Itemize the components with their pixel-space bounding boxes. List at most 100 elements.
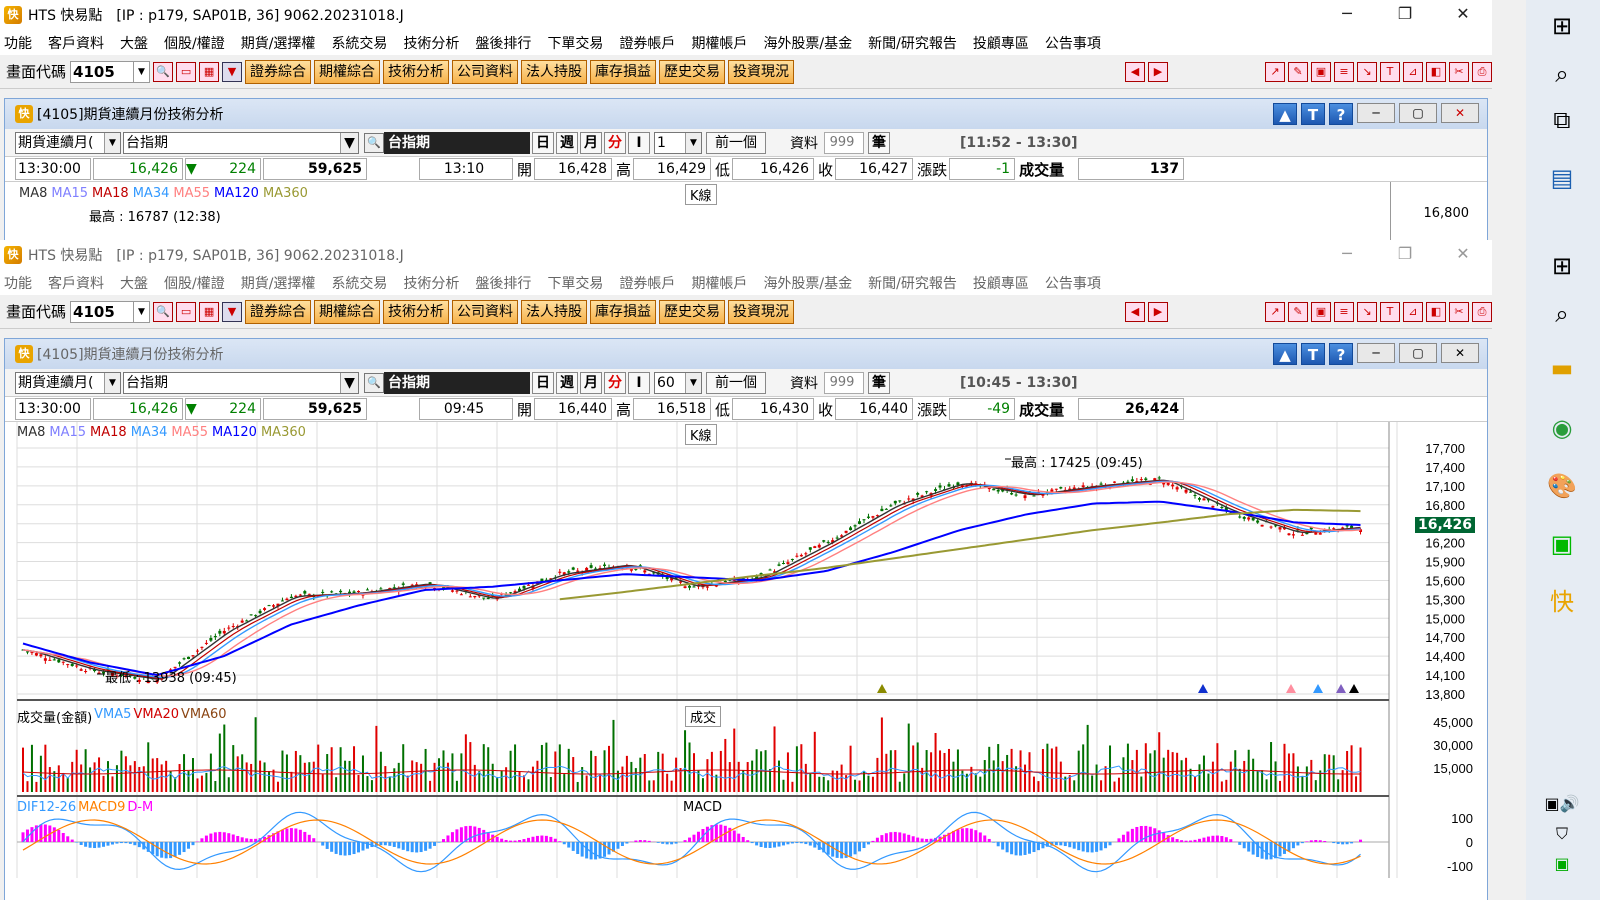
chevron-down-icon[interactable]: ▼ xyxy=(133,61,149,82)
toolbar-button[interactable]: 歷史交易 xyxy=(659,299,726,324)
dropdown-icon[interactable]: ▼ xyxy=(222,61,243,82)
period-button[interactable]: 月 xyxy=(580,131,602,154)
restore-button[interactable]: ❐ xyxy=(1376,0,1434,30)
print-icon[interactable]: ⎙ xyxy=(1472,301,1492,322)
search-icon[interactable]: 🔍 xyxy=(153,61,174,82)
help-button[interactable]: ? xyxy=(1329,343,1353,365)
toolbar-button[interactable]: 技術分析 xyxy=(383,59,450,84)
prev-button[interactable]: 前一個 xyxy=(706,131,766,154)
menu-item[interactable]: 新聞/研究報告 xyxy=(868,273,957,293)
data-count-input[interactable]: 999 xyxy=(824,131,864,154)
toolbar-button[interactable]: 庫存損益 xyxy=(590,59,657,84)
folder-icon[interactable]: ▭ xyxy=(176,301,197,322)
toolbar-button[interactable]: 投資現況 xyxy=(728,299,795,324)
toolbar-button[interactable]: 庫存損益 xyxy=(590,299,657,324)
subwin-restore-button[interactable]: ▢ xyxy=(1399,103,1437,123)
period-button[interactable]: 分 xyxy=(604,131,626,154)
period-button[interactable]: 週 xyxy=(556,371,578,394)
measure-icon[interactable]: ⊿ xyxy=(1403,61,1423,82)
menu-item[interactable]: 期貨/選擇權 xyxy=(241,273,316,293)
menu-item[interactable]: 期貨/選擇權 xyxy=(241,33,316,53)
menu-item[interactable]: 海外股票/基金 xyxy=(763,33,852,53)
arrow-right-icon[interactable]: ▶ xyxy=(1148,301,1168,322)
menu-item[interactable]: 盤後排行 xyxy=(475,273,531,293)
tool-icon[interactable]: ✂ xyxy=(1449,61,1469,82)
unit-button[interactable]: 筆 xyxy=(868,131,890,154)
menu-item[interactable]: 功能 xyxy=(4,273,32,293)
magnifier-icon[interactable]: 🔍 xyxy=(364,132,384,153)
menu-item[interactable]: 技術分析 xyxy=(403,33,459,53)
period-button[interactable]: I xyxy=(628,131,650,154)
menu-item[interactable]: 投顧專區 xyxy=(973,273,1029,293)
menu-item[interactable]: 證券帳戶 xyxy=(619,33,675,53)
arrow-left-icon[interactable]: ◀ xyxy=(1125,301,1145,322)
folder-icon[interactable]: ▭ xyxy=(176,61,197,82)
dropdown-icon[interactable]: ▼ xyxy=(222,301,243,322)
period-button[interactable]: 週 xyxy=(556,131,578,154)
menu-item[interactable]: 期權帳戶 xyxy=(691,33,747,53)
document-app-icon[interactable]: ▤ xyxy=(1544,160,1580,196)
help-button[interactable]: ? xyxy=(1329,103,1353,125)
menu-item[interactable]: 海外股票/基金 xyxy=(763,273,852,293)
screen-code-input[interactable]: 4105 ▼ xyxy=(70,300,151,323)
period-button[interactable]: 日 xyxy=(532,131,554,154)
period-button[interactable]: I xyxy=(628,371,650,394)
contract-select[interactable]: 期貨連續月(▼ xyxy=(15,371,121,394)
menu-item[interactable]: 技術分析 xyxy=(403,273,459,293)
search-icon[interactable]: ⌕ xyxy=(1544,296,1580,332)
toolbar-button[interactable]: 歷史交易 xyxy=(659,59,726,84)
search-icon[interactable]: 🔍 xyxy=(153,301,174,322)
grid-icon[interactable]: ▣ xyxy=(1311,301,1331,322)
toolbar-button[interactable]: 期權綜合 xyxy=(314,299,381,324)
subwin-restore-button[interactable]: ▢ xyxy=(1399,343,1437,363)
search-icon[interactable]: ⌕ xyxy=(1544,56,1580,92)
triangle-icon[interactable]: ▲ xyxy=(1273,103,1297,125)
grid-icon[interactable]: ▣ xyxy=(1311,61,1331,82)
toolbar-button[interactable]: 法人持股 xyxy=(521,59,588,84)
menu-item[interactable]: 公告事項 xyxy=(1045,273,1101,293)
unit-button[interactable]: 筆 xyxy=(868,371,890,394)
list-icon[interactable]: ≡ xyxy=(1334,61,1354,82)
menu-item[interactable]: 大盤 xyxy=(120,273,148,293)
toolbar-button[interactable]: 公司資料 xyxy=(452,299,519,324)
menu-item[interactable]: 下單交易 xyxy=(547,273,603,293)
menu-item[interactable]: 投顧專區 xyxy=(973,33,1029,53)
list-icon[interactable]: ≡ xyxy=(1334,301,1354,322)
data-count-input[interactable]: 999 xyxy=(824,371,864,394)
magnifier-icon[interactable]: 🔍 xyxy=(364,372,384,393)
text-icon[interactable]: T xyxy=(1380,61,1400,82)
menu-item[interactable]: 大盤 xyxy=(120,33,148,53)
text-tool-button[interactable]: T xyxy=(1301,103,1325,125)
arrow-right-icon[interactable]: ▶ xyxy=(1148,61,1168,82)
minimize-button[interactable]: ─ xyxy=(1318,240,1376,270)
toolbar-button[interactable]: 法人持股 xyxy=(521,299,588,324)
period-button[interactable]: 月 xyxy=(580,371,602,394)
contract-select[interactable]: 期貨連續月(▼ xyxy=(15,131,121,154)
toolbar-button[interactable]: 技術分析 xyxy=(383,299,450,324)
hts-app-icon[interactable]: 快 xyxy=(1544,584,1580,620)
pen-icon[interactable]: ✎ xyxy=(1288,301,1308,322)
chat-icon[interactable]: ▣ xyxy=(1544,846,1580,882)
tool-icon[interactable]: ✂ xyxy=(1449,301,1469,322)
chrome-icon[interactable]: ◉ xyxy=(1544,410,1580,446)
trend-icon[interactable]: ↗ xyxy=(1265,61,1285,82)
screen-icon[interactable]: ◧ xyxy=(1426,61,1446,82)
windows-start-icon[interactable]: ⊞ xyxy=(1544,8,1580,44)
menu-item[interactable]: 期權帳戶 xyxy=(691,273,747,293)
subwin-minimize-button[interactable]: ─ xyxy=(1357,103,1395,123)
menu-item[interactable]: 公告事項 xyxy=(1045,33,1101,53)
subwin-minimize-button[interactable]: ─ xyxy=(1357,343,1395,363)
subwin-close-button[interactable]: ✕ xyxy=(1441,343,1479,363)
menu-item[interactable]: 個股/權證 xyxy=(164,33,225,53)
period-button[interactable]: 分 xyxy=(604,371,626,394)
product-select[interactable]: 台指期 ▼ xyxy=(123,371,359,394)
file-explorer-icon[interactable]: ▬ xyxy=(1544,350,1580,386)
restore-button[interactable]: ❐ xyxy=(1376,240,1434,270)
toolbar-button[interactable]: 證券綜合 xyxy=(245,299,312,324)
toolbar-button[interactable]: 公司資料 xyxy=(452,59,519,84)
trend-icon[interactable]: ↗ xyxy=(1265,301,1285,322)
menu-item[interactable]: 系統交易 xyxy=(331,33,387,53)
menu-item[interactable]: 系統交易 xyxy=(331,273,387,293)
period-button[interactable]: 日 xyxy=(532,371,554,394)
product-select[interactable]: 台指期 ▼ xyxy=(123,131,359,154)
